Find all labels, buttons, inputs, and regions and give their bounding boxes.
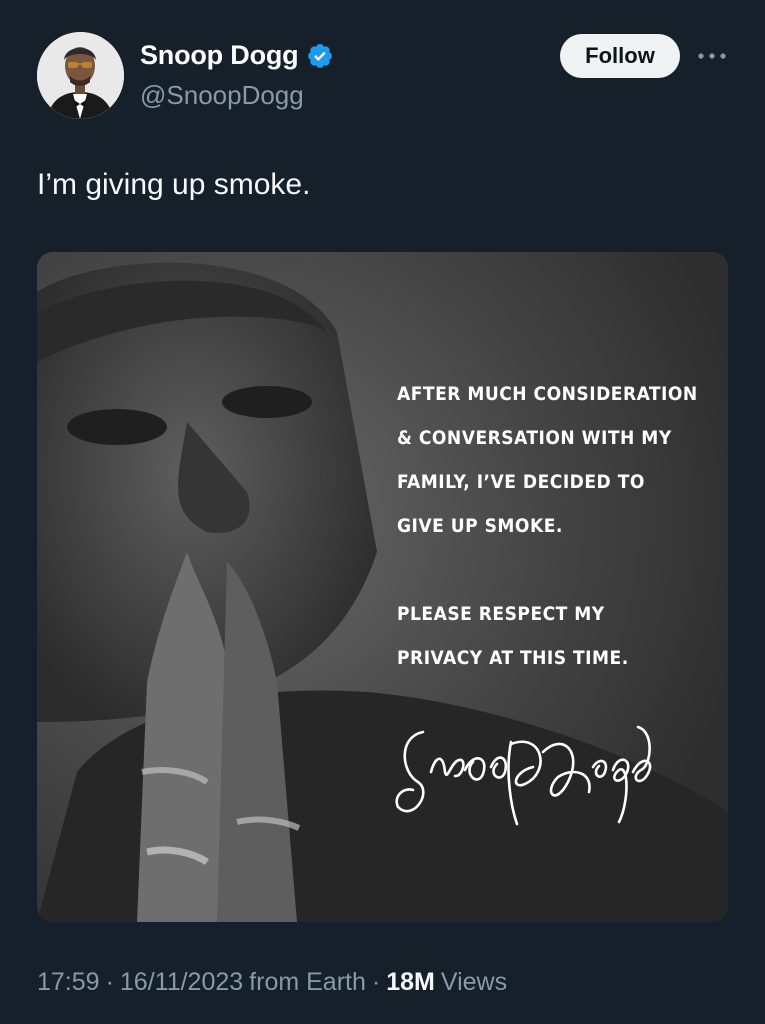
signature (395, 725, 652, 826)
views-label[interactable]: Views (441, 968, 507, 997)
tweet-text: I’m giving up smoke. (37, 168, 311, 201)
verified-badge-icon (306, 42, 334, 70)
statement-text: AFTER MUCH CONSIDERATION & CONVERSATION … (397, 372, 717, 680)
author-handle[interactable]: @SnoopDogg (140, 80, 304, 111)
statement-line: FAMILY, I’VE DECIDED TO (397, 471, 645, 493)
tweet-meta: 17:59 · 16/11/2023 from Earth · 18M View… (37, 968, 507, 997)
tweet-date[interactable]: 16/11/2023 (120, 968, 243, 997)
follow-button[interactable]: Follow (560, 34, 680, 78)
display-name[interactable]: Snoop Dogg (140, 40, 299, 71)
statement-line: & CONVERSATION WITH MY (397, 427, 672, 449)
avatar-image (37, 32, 124, 119)
tweet-time[interactable]: 17:59 (37, 968, 100, 997)
tweet-source: from Earth (249, 968, 366, 996)
statement-line: AFTER MUCH CONSIDERATION (397, 383, 698, 405)
meta-separator: · (371, 968, 381, 996)
statement-line: PLEASE RESPECT MY (397, 603, 605, 625)
more-horizontal-icon (698, 53, 726, 59)
avatar[interactable] (37, 32, 124, 119)
author-name-row[interactable]: Snoop Dogg (140, 40, 334, 71)
more-options-button[interactable] (692, 40, 732, 72)
statement-line: PRIVACY AT THIS TIME. (397, 647, 629, 669)
tweet-media-image[interactable]: AFTER MUCH CONSIDERATION & CONVERSATION … (37, 252, 728, 922)
statement-line: GIVE UP SMOKE. (397, 515, 563, 537)
meta-separator: · (105, 968, 114, 996)
views-count[interactable]: 18M (386, 968, 435, 997)
